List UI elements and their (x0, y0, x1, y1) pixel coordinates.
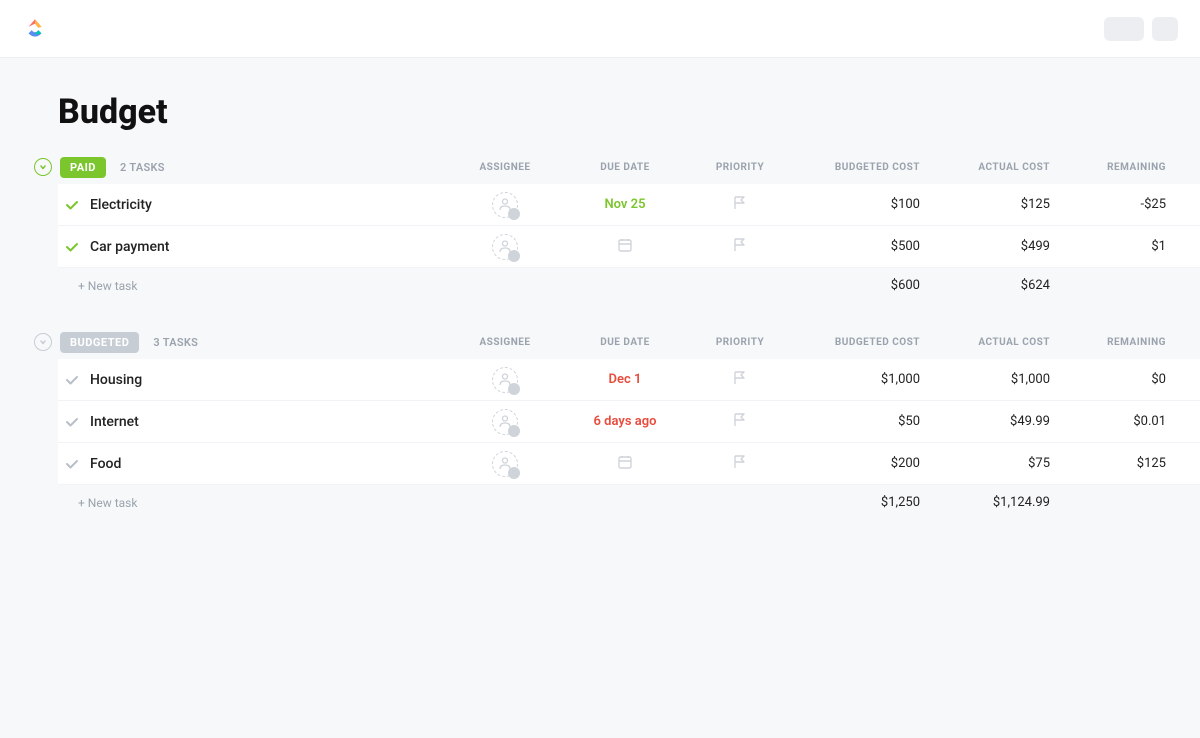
budgeted-cell[interactable]: $500 (790, 239, 940, 254)
new-task-button[interactable]: + New task (0, 486, 137, 510)
due-date[interactable]: 6 days ago (594, 414, 657, 429)
collapse-icon[interactable] (34, 333, 52, 351)
due-cell[interactable]: Nov 25 (560, 197, 690, 212)
actual-cell[interactable]: $1,000 (940, 372, 1070, 387)
task-name[interactable]: Electricity (86, 197, 450, 213)
budgeted-cell[interactable]: $1,000 (790, 372, 940, 387)
new-task-button[interactable]: + New task (0, 269, 137, 293)
task-name[interactable]: Food (86, 456, 450, 472)
col-assignee[interactable]: ASSIGNEE (450, 162, 560, 173)
check-icon[interactable] (58, 456, 86, 472)
due-date[interactable]: Nov 25 (604, 197, 645, 212)
priority-cell[interactable] (690, 236, 790, 258)
actual-cell[interactable]: $75 (940, 456, 1070, 471)
task-row[interactable]: Internet 6 days ago $50 $49.99 $0.01 (58, 401, 1200, 443)
budgeted-cell[interactable]: $50 (790, 414, 940, 429)
task-row[interactable]: Electricity Nov 25 $100 $125 -$25 (58, 184, 1200, 226)
check-icon[interactable] (58, 197, 86, 213)
remaining-cell[interactable]: $1 (1070, 239, 1200, 254)
col-priority[interactable]: PRIORITY (690, 162, 790, 173)
status-badge[interactable]: BUDGETED (60, 332, 139, 353)
topbar-actions (1104, 17, 1178, 41)
check-icon[interactable] (58, 372, 86, 388)
assignee-cell[interactable] (450, 367, 560, 393)
collapse-icon[interactable] (34, 158, 52, 176)
task-name[interactable]: Housing (86, 372, 450, 388)
assignee-cell[interactable] (450, 451, 560, 477)
task-name[interactable]: Internet (86, 414, 450, 430)
due-cell[interactable] (560, 236, 690, 258)
assignee-add-icon[interactable] (492, 234, 518, 260)
due-cell[interactable] (560, 453, 690, 475)
task-count: 3 TASKS (153, 336, 198, 349)
task-row[interactable]: Housing Dec 1 $1,000 $1,000 $0 (58, 359, 1200, 401)
due-date[interactable]: Dec 1 (609, 372, 642, 387)
calendar-icon[interactable] (616, 453, 634, 471)
task-name[interactable]: Car payment (86, 239, 450, 255)
assignee-add-icon[interactable] (492, 367, 518, 393)
budgeted-cell[interactable]: $100 (790, 197, 940, 212)
remaining-cell[interactable]: $0 (1070, 372, 1200, 387)
group-paid: PAID 2 TASKS ASSIGNEE DUE DATE PRIORITY … (0, 150, 1200, 293)
total-budgeted: $1,250 (790, 495, 940, 510)
remaining-cell[interactable]: -$25 (1070, 197, 1200, 212)
priority-cell[interactable] (690, 194, 790, 216)
topbar-button-b[interactable] (1152, 17, 1178, 41)
logo (22, 16, 48, 42)
assignee-cell[interactable] (450, 409, 560, 435)
check-icon[interactable] (58, 239, 86, 255)
status-badge[interactable]: PAID (60, 157, 106, 178)
total-actual: $1,124.99 (940, 495, 1070, 510)
col-priority[interactable]: PRIORITY (690, 337, 790, 348)
flag-icon[interactable] (731, 411, 749, 429)
assignee-cell[interactable] (450, 234, 560, 260)
col-remaining[interactable]: REMAINING (1070, 337, 1200, 348)
flag-icon[interactable] (731, 194, 749, 212)
remaining-cell[interactable]: $125 (1070, 456, 1200, 471)
assignee-cell[interactable] (450, 192, 560, 218)
total-budgeted: $600 (790, 278, 940, 293)
remaining-cell[interactable]: $0.01 (1070, 414, 1200, 429)
actual-cell[interactable]: $49.99 (940, 414, 1070, 429)
actual-cell[interactable]: $499 (940, 239, 1070, 254)
col-assignee[interactable]: ASSIGNEE (450, 337, 560, 348)
task-row[interactable]: Food $200 $75 $125 (58, 443, 1200, 485)
assignee-add-icon[interactable] (492, 409, 518, 435)
task-row[interactable]: Car payment $500 $499 $1 (58, 226, 1200, 268)
total-actual: $624 (940, 278, 1070, 293)
col-actual[interactable]: ACTUAL COST (940, 162, 1070, 173)
flag-icon[interactable] (731, 369, 749, 387)
group-budgeted: BUDGETED 3 TASKS ASSIGNEE DUE DATE PRIOR… (0, 325, 1200, 510)
group-header: BUDGETED 3 TASKS ASSIGNEE DUE DATE PRIOR… (0, 325, 1200, 359)
calendar-icon[interactable] (616, 236, 634, 254)
actual-cell[interactable]: $125 (940, 197, 1070, 212)
priority-cell[interactable] (690, 411, 790, 433)
priority-cell[interactable] (690, 453, 790, 475)
page-title: Budget (0, 58, 1200, 150)
flag-icon[interactable] (731, 236, 749, 254)
flag-icon[interactable] (731, 453, 749, 471)
budgeted-cell[interactable]: $200 (790, 456, 940, 471)
due-cell[interactable]: Dec 1 (560, 372, 690, 387)
due-cell[interactable]: 6 days ago (560, 414, 690, 429)
col-remaining[interactable]: REMAINING (1070, 162, 1200, 173)
topbar-button-a[interactable] (1104, 17, 1144, 41)
col-due[interactable]: DUE DATE (560, 337, 690, 348)
col-actual[interactable]: ACTUAL COST (940, 337, 1070, 348)
check-icon[interactable] (58, 414, 86, 430)
clickup-logo-icon (22, 16, 48, 42)
topbar (0, 0, 1200, 58)
assignee-add-icon[interactable] (492, 192, 518, 218)
group-header: PAID 2 TASKS ASSIGNEE DUE DATE PRIORITY … (0, 150, 1200, 184)
col-due[interactable]: DUE DATE (560, 162, 690, 173)
col-budgeted[interactable]: BUDGETED COST (790, 162, 940, 173)
col-budgeted[interactable]: BUDGETED COST (790, 337, 940, 348)
assignee-add-icon[interactable] (492, 451, 518, 477)
priority-cell[interactable] (690, 369, 790, 391)
task-count: 2 TASKS (120, 161, 165, 174)
